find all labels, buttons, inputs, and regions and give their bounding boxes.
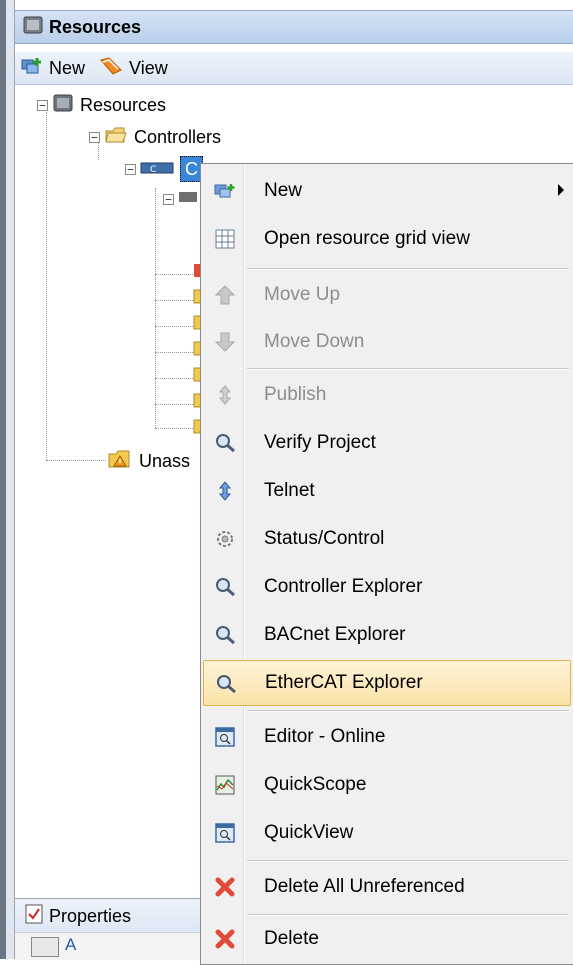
menu-item-label: QuickView: [264, 822, 354, 843]
collapse-toggle[interactable]: −: [37, 99, 48, 111]
menu-item-label: New: [264, 180, 303, 201]
tree-node-label: Resources: [80, 94, 167, 115]
view-icon: [99, 56, 123, 81]
collapse-toggle[interactable]: −: [163, 193, 174, 205]
tree-node-unassigned[interactable]: Unass: [107, 448, 190, 474]
properties-label: Properties: [49, 905, 132, 926]
panel-titlebar: Resources: [15, 10, 573, 44]
quickview-icon: [213, 821, 237, 845]
categorized-button[interactable]: [31, 937, 59, 957]
window-frame-inner: [6, 0, 14, 959]
svg-text:C: C: [150, 165, 156, 175]
folder-icon: [104, 125, 128, 150]
toolbar-new-button[interactable]: New: [21, 57, 85, 80]
menu-item-label: BACnet Explorer: [264, 624, 406, 645]
publish-icon: [213, 383, 237, 407]
gear-icon: [213, 527, 237, 551]
menu-item-verify-project[interactable]: Verify Project: [201, 420, 573, 466]
arrow-down-icon: [213, 330, 237, 354]
tree-connector: [155, 428, 195, 429]
menu-item-label: Verify Project: [264, 432, 376, 453]
editor-online-icon: [213, 725, 237, 749]
menu-item-label: Editor - Online: [264, 726, 386, 747]
menu-item-label: Status/Control: [264, 528, 385, 549]
tree-connector: [155, 188, 156, 428]
tree-connector: [155, 404, 195, 405]
delete-icon: [213, 875, 237, 899]
menu-item-label: Move Up: [264, 284, 341, 305]
toolbar-view-label: View: [129, 57, 168, 78]
magnifier-icon: [213, 431, 237, 455]
tree-connector: [46, 460, 106, 461]
menu-item-quickscope[interactable]: QuickScope: [201, 762, 573, 808]
delete-icon: [213, 927, 237, 951]
tree-node-controllers[interactable]: − Controllers: [89, 124, 221, 150]
menu-item-label: Delete All Unreferenced: [264, 876, 465, 897]
menu-item-bacnet-explorer[interactable]: BACnet Explorer: [201, 612, 573, 658]
grid-icon: [213, 227, 237, 251]
properties-icon: [25, 904, 43, 929]
resources-icon: [52, 93, 74, 118]
tree-connector: [155, 274, 195, 275]
menu-item-quickview[interactable]: QuickView: [201, 810, 573, 856]
menu-item-delete[interactable]: Delete: [201, 916, 573, 962]
magnifier-icon: [214, 672, 238, 696]
menu-item-telnet[interactable]: Telnet: [201, 468, 573, 514]
tree-connector: [155, 378, 195, 379]
collapse-toggle[interactable]: −: [125, 163, 136, 175]
new-resource-icon: [21, 57, 43, 80]
panel-title: Resources: [49, 16, 142, 37]
tree-node-label: Unass: [139, 450, 191, 471]
magnifier-icon: [213, 575, 237, 599]
menu-item-label: QuickScope: [264, 774, 367, 795]
submenu-arrow-icon: [558, 184, 564, 196]
collapse-toggle[interactable]: −: [89, 131, 100, 143]
arrow-up-icon: [213, 283, 237, 307]
tree-node-label: Controllers: [134, 126, 222, 147]
menu-item-controller-explorer[interactable]: Controller Explorer: [201, 564, 573, 610]
tree-node-resources[interactable]: − Resources: [37, 92, 166, 118]
tree-connector: [155, 300, 195, 301]
menu-separator: [247, 860, 569, 862]
alphabetical-button[interactable]: A: [65, 935, 76, 955]
menu-item-label: Move Down: [264, 331, 365, 352]
tree-node-child[interactable]: −: [163, 186, 204, 212]
tree-connector: [155, 326, 195, 327]
controller-icon: C: [140, 159, 174, 180]
menu-item-move-down[interactable]: Move Down: [201, 319, 573, 365]
panel-toolbar: New View: [15, 52, 573, 85]
menu-separator: [247, 368, 569, 370]
menu-item-publish[interactable]: Publish: [201, 372, 573, 418]
telnet-icon: [213, 479, 237, 503]
new-resource-icon: [213, 179, 237, 203]
menu-separator: [247, 268, 569, 270]
menu-item-editor-online[interactable]: Editor - Online: [201, 714, 573, 760]
menu-item-label: Telnet: [264, 480, 315, 501]
menu-item-label: Delete: [264, 928, 319, 949]
menu-item-label: Controller Explorer: [264, 576, 423, 597]
tree-connector: [155, 352, 195, 353]
menu-item-label: EtherCAT Explorer: [265, 672, 423, 693]
menu-item-open-grid-view[interactable]: Open resource grid view: [201, 216, 573, 262]
toolbar-new-label: New: [49, 57, 86, 78]
menu-item-new[interactable]: New: [201, 168, 573, 214]
menu-item-ethercat-explorer[interactable]: EtherCAT Explorer: [203, 660, 571, 706]
quickscope-icon: [213, 773, 237, 797]
magnifier-icon: [213, 623, 237, 647]
menu-item-label: Open resource grid view: [264, 228, 470, 249]
module-icon: [178, 189, 198, 210]
toolbar-view-button[interactable]: View: [99, 56, 168, 81]
menu-item-delete-all-unreferenced[interactable]: Delete All Unreferenced: [201, 864, 573, 910]
tree-connector: [46, 112, 47, 460]
context-menu: New Open resource grid view Move Up Move…: [200, 163, 573, 965]
menu-separator: [247, 710, 569, 712]
menu-item-label: Publish: [264, 384, 327, 405]
folder-warning-icon: [107, 448, 133, 475]
resources-icon: [23, 15, 43, 40]
menu-item-status-control[interactable]: Status/Control: [201, 516, 573, 562]
menu-item-move-up[interactable]: Move Up: [201, 272, 573, 318]
tree-node-controller[interactable]: − C C: [125, 156, 203, 182]
